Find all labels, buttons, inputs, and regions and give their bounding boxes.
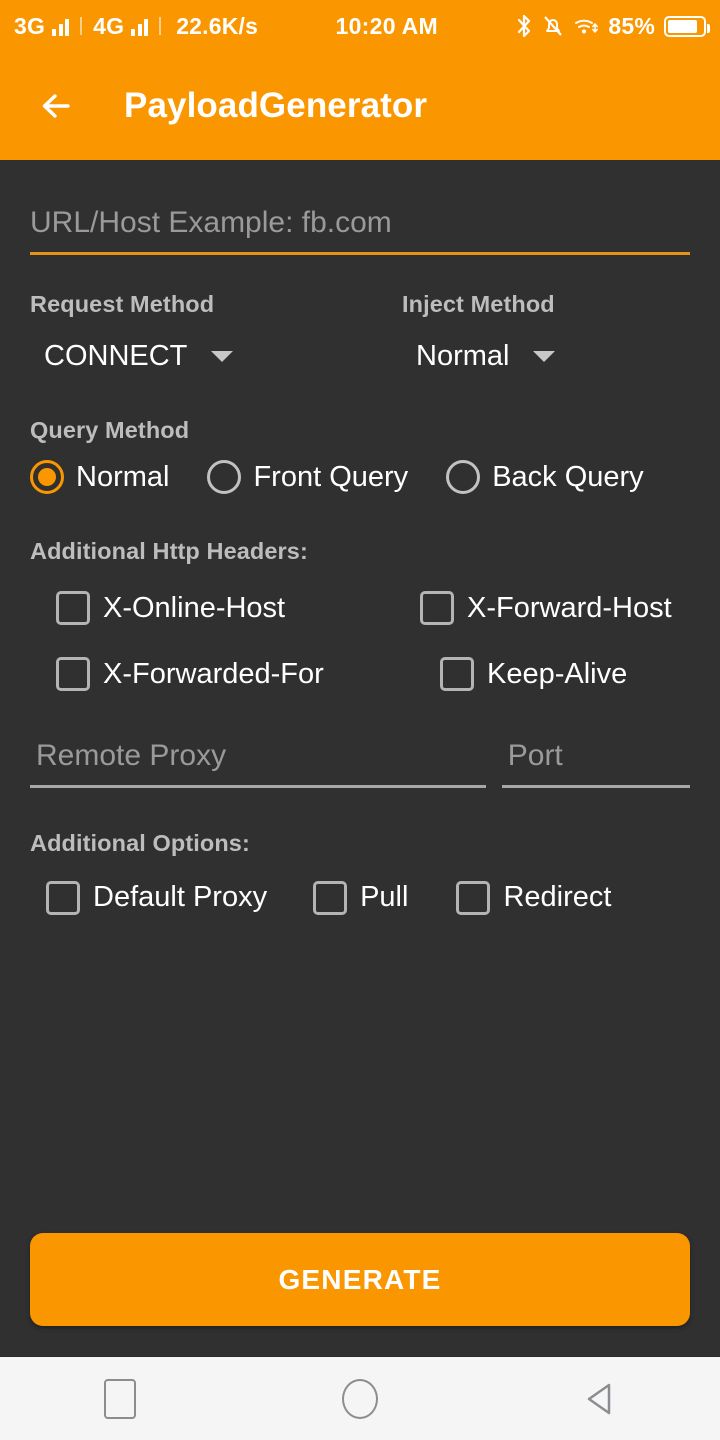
clock-label: 10:20 AM [335, 12, 439, 39]
request-method-group: Request Method CONNECT [30, 291, 360, 373]
port-underline [501, 785, 690, 788]
network-type-1-label: 3G [14, 12, 46, 39]
checkbox-label: Redirect [503, 881, 612, 913]
http-headers-row-1: X-Online-Host X-Forward-Host [30, 591, 690, 625]
checkbox-default-proxy[interactable]: Default Proxy [30, 880, 268, 915]
generate-button-container: GENERATE [0, 1233, 720, 1326]
status-bar-left: 3G 4G 22.6K/s [14, 13, 258, 40]
wifi-icon [575, 19, 599, 34]
additional-options-row: Default Proxy Pull Redirect [30, 880, 690, 915]
nav-recents-button[interactable] [60, 1357, 180, 1440]
checkbox-icon[interactable] [440, 657, 474, 691]
method-row: Request Method CONNECT Inject Method Nor… [30, 291, 690, 373]
radio-icon-selected[interactable] [30, 460, 64, 494]
inject-method-spinner[interactable]: Normal [402, 340, 690, 373]
page-title: PayloadGenerator [124, 86, 428, 125]
status-divider [159, 17, 162, 35]
additional-options-label: Additional Options: [30, 829, 250, 856]
signal-bars-icon [52, 17, 70, 36]
nav-home-button[interactable] [300, 1357, 420, 1440]
url-host-field[interactable] [30, 202, 690, 255]
chevron-down-icon [211, 351, 234, 362]
checkbox-keep-alive[interactable]: Keep-Alive [420, 657, 627, 691]
checkbox-redirect[interactable]: Redirect [456, 880, 612, 915]
checkbox-x-forwarded-for[interactable]: X-Forwarded-For [30, 657, 420, 691]
network-type-2-label: 4G [93, 12, 125, 39]
checkbox-label: Default Proxy [93, 881, 268, 913]
bluetooth-icon [518, 14, 531, 38]
checkbox-label: X-Forward-Host [467, 591, 672, 624]
http-headers-label: Additional Http Headers: [30, 538, 308, 564]
checkbox-icon[interactable] [456, 880, 491, 915]
radio-icon[interactable] [207, 460, 242, 494]
checkbox-icon[interactable] [420, 591, 454, 625]
triangle-back-icon [587, 1383, 611, 1414]
circle-icon [342, 1378, 378, 1419]
checkbox-pull[interactable]: Pull [313, 880, 409, 915]
request-method-value: CONNECT [44, 340, 188, 372]
chevron-down-icon [533, 351, 556, 362]
checkbox-icon[interactable] [56, 591, 90, 625]
request-method-label: Request Method [30, 291, 215, 317]
checkbox-icon[interactable] [46, 880, 80, 915]
inject-method-value: Normal [416, 340, 510, 372]
proxy-row [30, 739, 690, 788]
battery-percent-label: 85% [608, 12, 655, 39]
remote-proxy-field[interactable] [30, 739, 486, 788]
checkbox-icon[interactable] [313, 880, 348, 915]
data-speed-label: 22.6K/s [176, 12, 259, 39]
checkbox-label: Keep-Alive [487, 657, 628, 690]
status-bar-center: 10:20 AM [258, 13, 515, 40]
checkbox-label: X-Online-Host [103, 591, 286, 624]
checkbox-x-forward-host[interactable]: X-Forward-Host [420, 591, 672, 625]
port-field[interactable] [501, 739, 690, 788]
square-icon [104, 1378, 136, 1419]
request-method-spinner[interactable]: CONNECT [30, 340, 360, 373]
radio-query-front[interactable]: Front Query [207, 460, 408, 494]
inject-method-label: Inject Method [402, 291, 555, 317]
status-divider [80, 17, 83, 35]
query-method-radio-group: Normal Front Query Back Query [30, 460, 690, 494]
checkbox-icon[interactable] [56, 657, 90, 691]
radio-label: Back Query [492, 460, 644, 493]
status-bar-right: 85% [515, 12, 710, 40]
back-arrow-icon[interactable] [34, 84, 78, 128]
checkbox-label: X-Forwarded-For [103, 657, 324, 690]
notification-off-icon [544, 16, 563, 36]
checkbox-label: Pull [360, 881, 409, 913]
radio-label: Normal [76, 460, 170, 493]
inject-method-group: Inject Method Normal [360, 291, 690, 373]
battery-icon [664, 15, 710, 37]
system-navigation-bar [0, 1356, 720, 1440]
port-input[interactable] [501, 739, 690, 785]
main-content: Request Method CONNECT Inject Method Nor… [0, 202, 720, 915]
remote-proxy-underline [30, 785, 486, 788]
remote-proxy-input[interactable] [30, 739, 486, 785]
radio-query-back[interactable]: Back Query [446, 460, 644, 494]
signal-bars-icon [131, 17, 149, 36]
radio-icon[interactable] [446, 460, 481, 494]
radio-query-normal[interactable]: Normal [30, 460, 169, 494]
nav-back-button[interactable] [540, 1357, 660, 1440]
url-host-input[interactable] [30, 202, 690, 252]
radio-label: Front Query [253, 460, 409, 493]
app-screen: 3G 4G 22.6K/s 10:20 AM 85% PayloadGenera… [0, 0, 720, 1440]
app-bar: PayloadGenerator [0, 52, 720, 160]
query-method-label: Query Method [30, 417, 190, 443]
http-headers-row-2: X-Forwarded-For Keep-Alive [30, 657, 690, 691]
url-underline [30, 252, 690, 255]
checkbox-x-online-host[interactable]: X-Online-Host [30, 591, 420, 625]
status-bar: 3G 4G 22.6K/s 10:20 AM 85% [0, 0, 720, 52]
generate-button[interactable]: GENERATE [30, 1233, 690, 1326]
